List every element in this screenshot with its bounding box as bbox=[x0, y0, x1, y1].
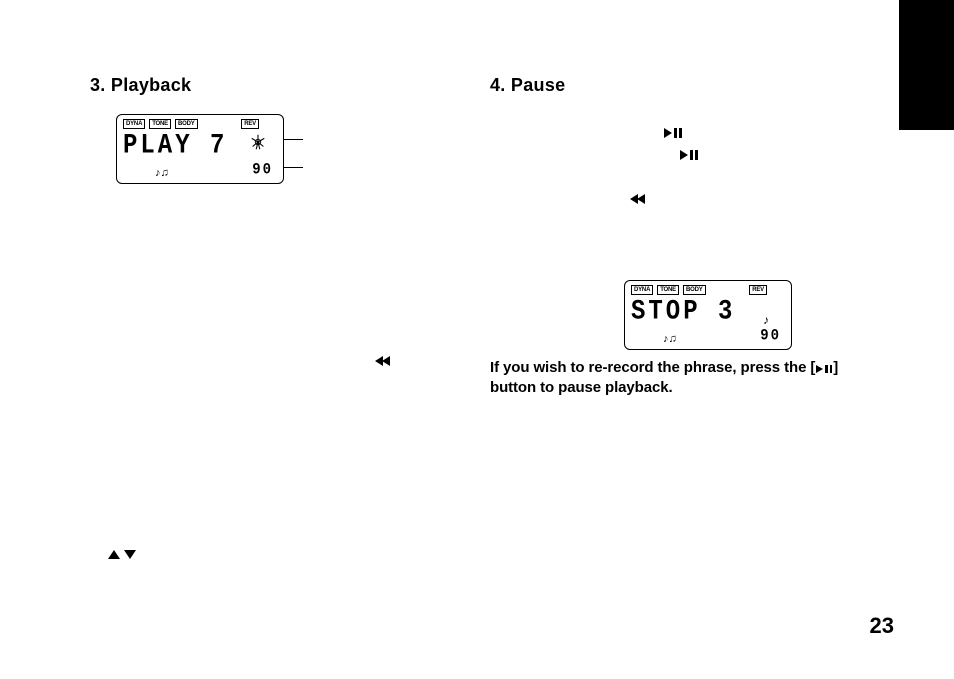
lcd-tag-rev: REV bbox=[749, 285, 767, 295]
lcd-tag-dyna: DYNA bbox=[123, 119, 145, 129]
glyph-block bbox=[490, 112, 870, 212]
play-pause-icon bbox=[664, 128, 682, 138]
right-column: 4. Pause DYNA TONE BODY REV STOP 3 bbox=[490, 76, 870, 398]
heading-pause: 4. Pause bbox=[490, 76, 870, 96]
music-notes-icon: ♪♫ bbox=[663, 334, 677, 345]
lcd-tag-row: DYNA TONE BODY REV bbox=[631, 285, 785, 296]
manual-page: 3. Playback DYNA TONE BODY REV PLAY 7 ♪♫… bbox=[0, 0, 954, 679]
play-pause-icon bbox=[680, 150, 698, 160]
side-tab bbox=[899, 0, 954, 130]
play-pause-icon bbox=[816, 365, 832, 373]
music-notes-icon: ♪♫ bbox=[155, 168, 169, 179]
note-icon: ♪ bbox=[763, 313, 769, 327]
lead-line bbox=[283, 139, 303, 140]
heading-playback: 3. Playback bbox=[90, 76, 470, 96]
lcd-tag-tone: TONE bbox=[149, 119, 171, 129]
lcd-tag-row: DYNA TONE BODY REV bbox=[123, 119, 277, 130]
left-column: 3. Playback DYNA TONE BODY REV PLAY 7 ♪♫… bbox=[90, 76, 470, 184]
lcd-tag-rev: REV bbox=[241, 119, 259, 129]
body-text: If you wish to re-record the phrase, pre… bbox=[490, 358, 870, 398]
rewind-icon bbox=[630, 194, 645, 204]
page-number: 23 bbox=[870, 613, 894, 639]
body-pre: If you wish to re-record the phrase, pre… bbox=[490, 359, 815, 376]
lcd-bpm: 90 bbox=[252, 161, 273, 179]
lcd-tag-body: BODY bbox=[175, 119, 198, 129]
lcd-stop: DYNA TONE BODY REV STOP 3 ♪ ♪♫ 90 bbox=[624, 280, 792, 350]
metronome-dial-icon bbox=[249, 133, 267, 151]
lcd-bpm: 90 bbox=[760, 327, 781, 345]
lcd-tag-dyna: DYNA bbox=[631, 285, 653, 295]
lcd-play: DYNA TONE BODY REV PLAY 7 ♪♫ 90 bbox=[116, 114, 284, 184]
lcd-main-text: STOP 3 bbox=[631, 298, 785, 328]
rewind-icon bbox=[375, 356, 390, 366]
lcd-tag-body: BODY bbox=[683, 285, 706, 295]
lcd-tag-tone: TONE bbox=[657, 285, 679, 295]
up-down-icon bbox=[108, 550, 136, 559]
lead-line bbox=[283, 167, 303, 168]
